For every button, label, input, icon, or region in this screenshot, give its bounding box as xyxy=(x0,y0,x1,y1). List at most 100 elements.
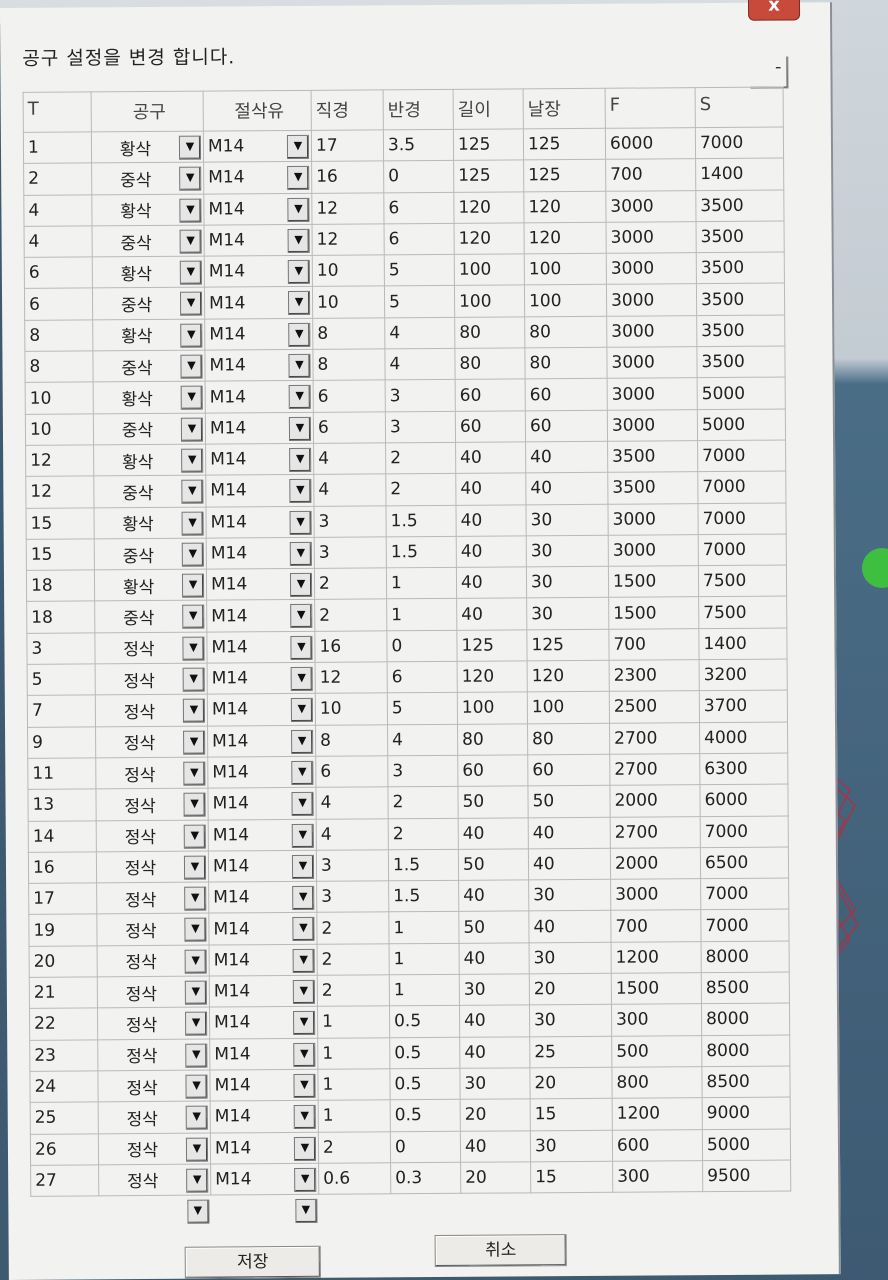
radius-cell[interactable]: 1 xyxy=(389,974,460,1007)
diameter-cell[interactable]: 2 xyxy=(317,974,390,1007)
chevron-down-icon[interactable]: ▼ xyxy=(288,385,311,410)
tool-type-select[interactable]: 황삭 ▼ xyxy=(93,506,207,539)
speed-cell[interactable]: 7000 xyxy=(698,533,787,566)
coolant-select[interactable]: M14 ▼ xyxy=(205,443,314,476)
length-cell[interactable]: 120 xyxy=(454,222,525,255)
speed-cell[interactable]: 5000 xyxy=(697,408,786,441)
feed-cell[interactable]: 3000 xyxy=(606,346,698,379)
tool-number-cell[interactable]: 17 xyxy=(28,882,97,915)
radius-cell[interactable]: 2 xyxy=(385,442,456,475)
length-cell[interactable]: 60 xyxy=(457,754,528,787)
tool-type-select[interactable]: 중삭 ▼ xyxy=(92,287,205,320)
diameter-cell[interactable]: 0.6 xyxy=(318,1162,391,1195)
chevron-down-icon[interactable]: ▼ xyxy=(185,1105,208,1130)
coolant-select[interactable]: M14 ▼ xyxy=(207,693,316,726)
length-cell[interactable]: 40 xyxy=(455,473,526,505)
diameter-cell[interactable]: 4 xyxy=(315,787,389,819)
chevron-down-icon[interactable]: ▼ xyxy=(185,1074,208,1099)
feed-cell[interactable]: 1500 xyxy=(608,565,699,598)
chevron-down-icon[interactable]: ▼ xyxy=(184,980,207,1005)
feed-cell[interactable]: 600 xyxy=(612,1129,703,1162)
tool-number-cell[interactable]: 21 xyxy=(29,976,98,1009)
diameter-cell[interactable]: 16 xyxy=(314,630,388,663)
tool-number-cell[interactable]: 15 xyxy=(25,507,95,540)
speed-cell[interactable]: 5000 xyxy=(697,377,786,410)
feed-cell[interactable]: 700 xyxy=(610,910,702,942)
radius-cell[interactable]: 4 xyxy=(387,723,458,756)
flute-length-cell[interactable]: 15 xyxy=(530,1098,613,1131)
feed-cell[interactable]: 800 xyxy=(611,1066,703,1099)
speed-cell[interactable]: 4000 xyxy=(699,721,788,754)
flute-length-cell[interactable]: 40 xyxy=(528,816,611,849)
coolant-select[interactable]: M14 ▼ xyxy=(208,818,317,851)
feed-cell[interactable]: 300 xyxy=(611,1003,702,1036)
speed-cell[interactable]: 7500 xyxy=(698,565,787,598)
radius-cell[interactable]: 2 xyxy=(385,473,456,506)
coolant-select[interactable]: M14 ▼ xyxy=(206,568,315,601)
new-entry-cell[interactable] xyxy=(319,1194,391,1226)
chevron-down-icon[interactable]: ▼ xyxy=(293,1073,316,1098)
chevron-down-icon[interactable]: ▼ xyxy=(290,698,313,723)
flute-length-cell[interactable]: 30 xyxy=(526,535,609,567)
chevron-down-icon[interactable]: ▼ xyxy=(294,1198,317,1224)
feed-cell[interactable]: 2700 xyxy=(610,816,701,849)
tool-number-cell[interactable]: 3 xyxy=(26,632,96,665)
coolant-select[interactable]: M14 ▼ xyxy=(204,255,313,288)
chevron-down-icon[interactable]: ▼ xyxy=(182,605,205,630)
tool-type-select[interactable]: 황삭 ▼ xyxy=(93,444,206,477)
flute-length-cell[interactable]: 20 xyxy=(529,1067,613,1100)
chevron-down-icon[interactable]: ▼ xyxy=(291,792,314,817)
feed-cell[interactable]: 3000 xyxy=(607,409,698,442)
length-cell[interactable]: 40 xyxy=(459,942,530,975)
tool-number-cell[interactable]: 5 xyxy=(27,663,96,696)
chevron-down-icon[interactable]: ▼ xyxy=(289,447,312,472)
feed-cell[interactable]: 2500 xyxy=(609,690,700,723)
chevron-down-icon[interactable]: ▼ xyxy=(288,416,312,441)
chevron-down-icon[interactable]: ▼ xyxy=(180,354,203,379)
speed-cell[interactable]: 9500 xyxy=(702,1159,791,1192)
tool-number-cell[interactable]: 6 xyxy=(24,288,93,321)
radius-cell[interactable]: 1 xyxy=(388,911,460,944)
tool-number-cell[interactable]: 6 xyxy=(24,257,93,289)
flute-length-cell[interactable]: 80 xyxy=(524,347,608,380)
radius-cell[interactable]: 0.5 xyxy=(389,1005,460,1038)
chevron-down-icon[interactable]: ▼ xyxy=(289,572,313,598)
chevron-down-icon[interactable]: ▼ xyxy=(289,541,312,566)
coolant-select[interactable]: M14 ▼ xyxy=(209,1037,318,1070)
new-entry-cell[interactable] xyxy=(461,1193,531,1225)
feed-cell[interactable]: 1500 xyxy=(611,972,702,1005)
tool-type-select[interactable]: 중삭 ▼ xyxy=(94,600,207,633)
length-cell[interactable]: 125 xyxy=(453,128,524,161)
tool-number-cell[interactable]: 10 xyxy=(25,382,94,415)
tool-type-select[interactable]: 정삭 ▼ xyxy=(95,725,208,758)
length-cell[interactable]: 50 xyxy=(458,911,530,944)
speed-cell[interactable]: 5000 xyxy=(702,1128,791,1161)
speed-cell[interactable]: 8000 xyxy=(701,1034,790,1067)
tool-type-select[interactable]: 중삭 ▼ xyxy=(93,475,206,508)
chevron-down-icon[interactable]: ▼ xyxy=(289,510,312,535)
chevron-down-icon[interactable]: ▼ xyxy=(181,479,204,505)
tool-number-cell[interactable]: 13 xyxy=(27,789,97,821)
coolant-select[interactable]: M14 ▼ xyxy=(205,380,314,413)
chevron-down-icon[interactable]: ▼ xyxy=(180,323,203,348)
flute-length-cell[interactable]: 30 xyxy=(526,566,609,599)
chevron-down-icon[interactable]: ▼ xyxy=(293,1042,316,1067)
tool-type-select[interactable]: 정삭 ▼ xyxy=(95,694,208,727)
length-cell[interactable]: 80 xyxy=(454,347,526,380)
coolant-select[interactable]: M14 ▼ xyxy=(207,724,316,758)
radius-cell[interactable]: 1 xyxy=(386,567,457,600)
tool-type-select[interactable]: 황삭 ▼ xyxy=(92,318,205,351)
radius-cell[interactable]: 0 xyxy=(390,1130,461,1163)
length-cell[interactable]: 40 xyxy=(460,1130,531,1163)
length-cell[interactable]: 40 xyxy=(458,817,529,850)
chevron-down-icon[interactable]: ▼ xyxy=(293,1136,317,1161)
diameter-cell[interactable]: 1 xyxy=(317,1006,390,1038)
coolant-select[interactable]: M14 ▼ xyxy=(205,411,314,445)
length-cell[interactable]: 40 xyxy=(455,441,526,474)
flute-length-cell[interactable]: 30 xyxy=(525,503,609,536)
feed-cell[interactable]: 1500 xyxy=(608,597,699,630)
chevron-down-icon[interactable]: ▼ xyxy=(290,604,313,629)
tool-type-select[interactable]: 정삭 ▼ xyxy=(96,913,210,946)
flute-length-cell[interactable]: 30 xyxy=(529,1004,612,1037)
coolant-select[interactable]: M14 ▼ xyxy=(208,881,317,914)
